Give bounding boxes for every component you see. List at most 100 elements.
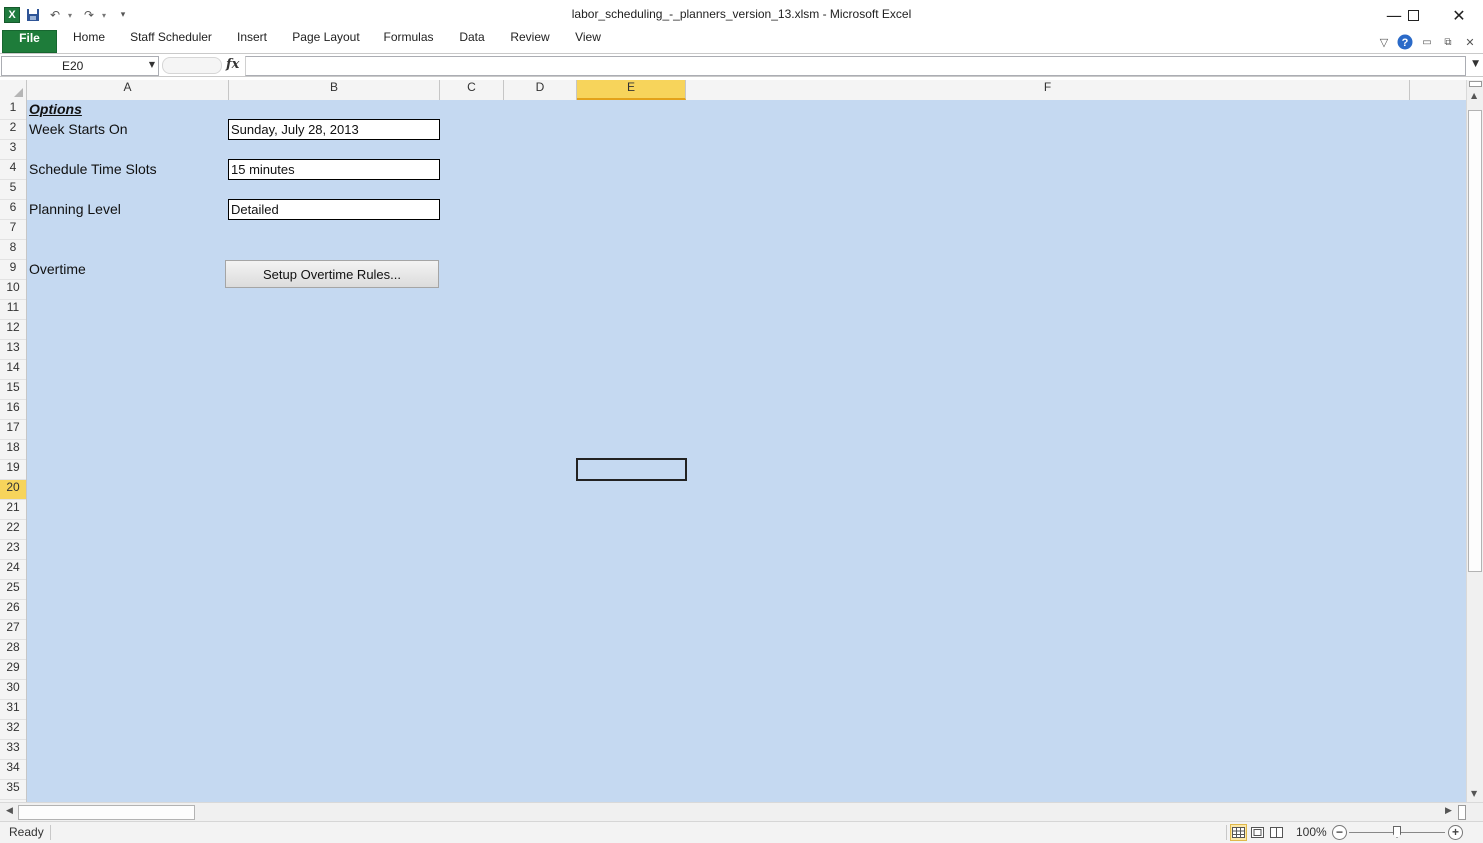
zoom-in-icon[interactable]: + (1448, 825, 1463, 840)
formula-bar-handle[interactable] (162, 57, 222, 74)
planning-level-label: Planning Level (29, 201, 121, 217)
vertical-scroll-thumb[interactable] (1468, 110, 1482, 572)
zoom-level[interactable]: 100% (1296, 825, 1327, 839)
row-header[interactable]: 35 (0, 780, 26, 800)
row-header[interactable]: 24 (0, 560, 26, 580)
row-header[interactable]: 18 (0, 440, 26, 460)
scroll-up-icon[interactable]: ▲ (1471, 91, 1477, 100)
row-header[interactable]: 9 (0, 260, 26, 280)
row-header[interactable]: 27 (0, 620, 26, 640)
row-header[interactable]: 33 (0, 740, 26, 760)
row-header[interactable]: 30 (0, 680, 26, 700)
workbook-close-icon[interactable]: ✕ (1462, 33, 1478, 51)
row-header[interactable]: 28 (0, 640, 26, 660)
status-separator (1226, 825, 1227, 840)
formula-input[interactable] (245, 56, 1466, 76)
name-box-dropdown-icon[interactable]: ▼ (149, 60, 155, 69)
maximize-icon[interactable] (1390, 0, 1436, 30)
row-header[interactable]: 3 (0, 140, 26, 160)
tab-view[interactable]: View (568, 30, 608, 53)
row-header[interactable]: 13 (0, 340, 26, 360)
worksheet-grid[interactable]: A B C D E F 1 2 3 4 5 6 7 8 9 10 11 12 13 14 15 16 17 18 1… (0, 80, 1466, 802)
row-headers: 1 2 3 4 5 6 7 8 9 10 11 12 13 14 15 16 17 18 19 20 21 22 23 24 2… (0, 100, 27, 802)
status-separator (50, 825, 51, 840)
help-icon[interactable]: ? (1396, 33, 1414, 51)
row-header[interactable]: 25 (0, 580, 26, 600)
page-layout-view-icon[interactable] (1249, 824, 1266, 841)
row-header[interactable]: 2 (0, 120, 26, 140)
split-box[interactable] (1469, 81, 1482, 87)
horizontal-scrollbar[interactable]: ◀ ▶ (0, 802, 1483, 821)
workbook-restore-icon[interactable]: ⧉ (1440, 33, 1456, 51)
name-box-value: E20 (62, 59, 84, 73)
horizontal-scroll-thumb[interactable] (18, 805, 195, 820)
column-header-g[interactable] (1410, 80, 1466, 100)
tab-home[interactable]: Home (66, 30, 112, 53)
scroll-left-icon[interactable]: ◀ (6, 806, 13, 816)
zoom-slider-thumb[interactable] (1393, 826, 1401, 838)
workbook-minimize-icon[interactable]: ▭ (1419, 33, 1435, 51)
row-header[interactable]: 14 (0, 360, 26, 380)
row-header[interactable]: 34 (0, 760, 26, 780)
row-header[interactable]: 12 (0, 320, 26, 340)
normal-view-icon[interactable] (1230, 824, 1247, 841)
setup-overtime-rules-button[interactable]: Setup Overtime Rules... (225, 260, 439, 288)
tab-review[interactable]: Review (505, 30, 555, 53)
page-break-preview-icon[interactable] (1268, 824, 1285, 841)
close-icon[interactable]: ✕ (1436, 0, 1482, 30)
expand-formula-bar-icon[interactable]: ▼ (1472, 59, 1479, 69)
row-header[interactable]: 32 (0, 720, 26, 740)
row-header[interactable]: 6 (0, 200, 26, 220)
row-header[interactable]: 22 (0, 520, 26, 540)
week-starts-field[interactable]: Sunday, July 28, 2013 (228, 119, 440, 140)
insert-function-icon[interactable]: fx (226, 57, 239, 72)
tab-data[interactable]: Data (452, 30, 492, 53)
row-header[interactable]: 31 (0, 700, 26, 720)
week-starts-label: Week Starts On (29, 121, 128, 137)
tab-page-layout[interactable]: Page Layout (287, 30, 365, 53)
column-header-d[interactable]: D (504, 80, 577, 100)
tab-file[interactable]: File (2, 30, 57, 53)
row-header[interactable]: 5 (0, 180, 26, 200)
status-bar: Ready 100% − + (0, 821, 1483, 843)
scroll-down-icon[interactable]: ▼ (1471, 789, 1477, 798)
title-bar: X ↶ ▾ ↷ ▾ ▾ labor_scheduling_-_planners_… (0, 0, 1483, 30)
row-header[interactable]: 26 (0, 600, 26, 620)
row-header[interactable]: 29 (0, 660, 26, 680)
svg-text:?: ? (1402, 37, 1409, 49)
column-header-b[interactable]: B (229, 80, 440, 100)
row-header[interactable]: 1 (0, 100, 26, 120)
row-header[interactable]: 16 (0, 400, 26, 420)
row-header[interactable]: 17 (0, 420, 26, 440)
tab-insert[interactable]: Insert (230, 30, 274, 53)
overtime-label: Overtime (29, 261, 86, 277)
select-all-corner[interactable] (0, 80, 27, 100)
ribbon-tabs: File Home Staff Scheduler Insert Page La… (0, 30, 1483, 54)
name-box[interactable]: E20 ▼ (1, 56, 159, 76)
row-header[interactable]: 20 (0, 480, 26, 500)
tab-staff-scheduler[interactable]: Staff Scheduler (124, 30, 218, 53)
row-header[interactable]: 7 (0, 220, 26, 240)
vertical-scrollbar[interactable]: ▲ ▼ (1466, 80, 1483, 802)
formula-bar: E20 ▼ fx ▼ (0, 55, 1483, 77)
row-header[interactable]: 15 (0, 380, 26, 400)
row-header[interactable]: 4 (0, 160, 26, 180)
horizontal-split-box[interactable] (1458, 805, 1466, 820)
row-header[interactable]: 11 (0, 300, 26, 320)
row-header[interactable]: 23 (0, 540, 26, 560)
column-header-e[interactable]: E (577, 80, 686, 100)
column-header-c[interactable]: C (440, 80, 504, 100)
column-header-a[interactable]: A (27, 80, 229, 100)
row-header[interactable]: 10 (0, 280, 26, 300)
zoom-out-icon[interactable]: − (1332, 825, 1347, 840)
minimize-ribbon-icon[interactable]: ▽ (1376, 33, 1392, 51)
column-header-f[interactable]: F (686, 80, 1410, 100)
scroll-right-icon[interactable]: ▶ (1445, 806, 1452, 816)
planning-level-field[interactable]: Detailed (228, 199, 440, 220)
active-cell-cursor (576, 458, 687, 481)
row-header[interactable]: 21 (0, 500, 26, 520)
time-slots-field[interactable]: 15 minutes (228, 159, 440, 180)
tab-formulas[interactable]: Formulas (378, 30, 439, 53)
row-header[interactable]: 8 (0, 240, 26, 260)
row-header[interactable]: 19 (0, 460, 26, 480)
